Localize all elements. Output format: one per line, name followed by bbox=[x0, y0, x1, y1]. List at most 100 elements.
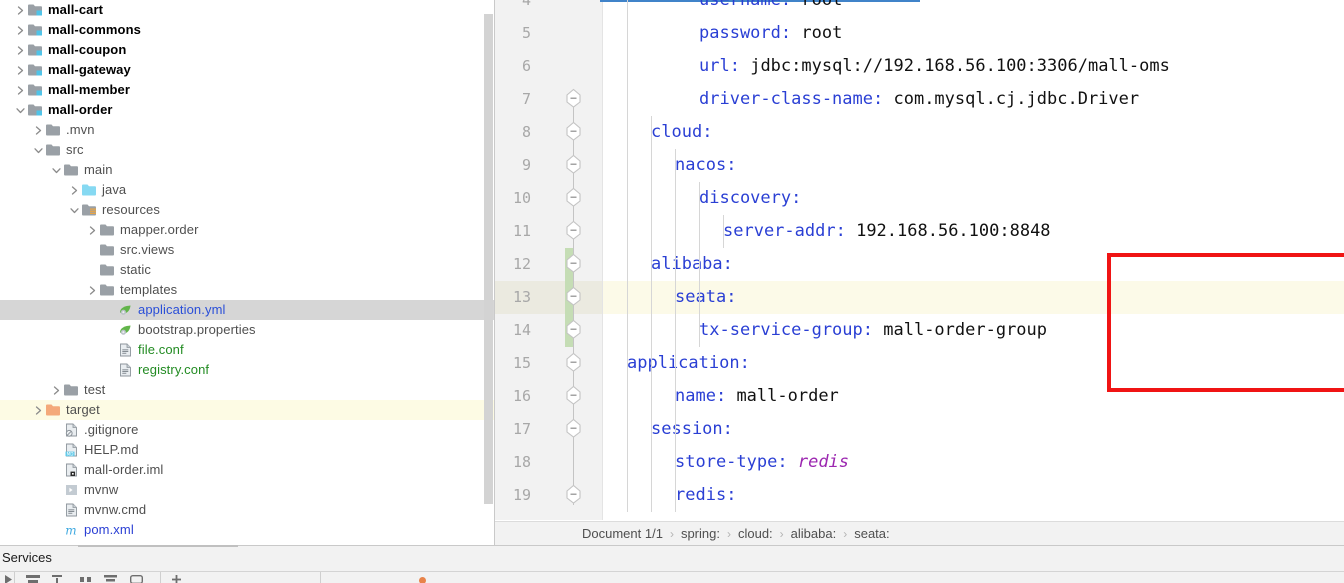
sort-icon[interactable] bbox=[52, 575, 62, 583]
chevron-right-icon[interactable] bbox=[86, 220, 99, 240]
fold-toggle-icon[interactable] bbox=[565, 281, 582, 314]
tree-item-src[interactable]: src bbox=[0, 140, 495, 160]
chevron-right-icon[interactable] bbox=[32, 120, 45, 140]
code-line[interactable]: tx-service-group: mall-order-group bbox=[699, 314, 1047, 347]
tree-item-test[interactable]: test bbox=[0, 380, 495, 400]
fold-toggle-icon[interactable] bbox=[565, 248, 582, 281]
code-line[interactable]: store-type: redis bbox=[675, 446, 849, 479]
breadcrumb-item[interactable]: alibaba: bbox=[791, 526, 837, 541]
fold-toggle-icon[interactable] bbox=[565, 479, 582, 512]
fold-toggle-icon[interactable] bbox=[565, 314, 582, 347]
filter-icon[interactable] bbox=[26, 575, 40, 583]
chevron-right-icon[interactable] bbox=[86, 280, 99, 300]
fold-toggle-icon[interactable] bbox=[565, 413, 582, 446]
code-line[interactable]: driver-class-name: com.mysql.cj.jdbc.Dri… bbox=[699, 83, 1139, 116]
project-tree-panel[interactable]: mall-cart mall-commons mall-coupon mall-gat… bbox=[0, 0, 495, 545]
tree-item-resources[interactable]: resources bbox=[0, 200, 495, 220]
bottom-tool-window[interactable]: Services bbox=[0, 545, 1344, 583]
collapse-icon[interactable] bbox=[104, 575, 117, 583]
tree-item-mvn[interactable]: .mvn bbox=[0, 120, 495, 140]
tree-item-mall-cart[interactable]: mall-cart bbox=[0, 0, 495, 20]
code-line[interactable]: cloud: bbox=[651, 116, 712, 149]
code-line[interactable]: seata: bbox=[675, 281, 736, 314]
breadcrumb-item[interactable]: cloud: bbox=[738, 526, 773, 541]
tree-item-mall-member[interactable]: mall-member bbox=[0, 80, 495, 100]
breadcrumb-item[interactable]: seata: bbox=[854, 526, 889, 541]
fold-toggle-icon[interactable] bbox=[565, 149, 582, 182]
code-line[interactable]: nacos: bbox=[675, 149, 736, 182]
chevron-right-icon[interactable] bbox=[14, 0, 27, 20]
code-line[interactable]: alibaba: bbox=[651, 248, 733, 281]
yaml-colon: : bbox=[726, 155, 737, 175]
code-line[interactable]: username: root bbox=[699, 0, 842, 17]
editor-gutter[interactable]: 4 5 6 7 8 9 10 11 12 13 14 15 16 17 18 19 bbox=[495, 0, 603, 520]
add-icon[interactable] bbox=[172, 575, 181, 583]
tree-item-pom-xml[interactable]: m pom.xml bbox=[0, 520, 495, 540]
tree-item-static[interactable]: static bbox=[0, 260, 495, 280]
fold-toggle-icon[interactable] bbox=[565, 83, 582, 116]
module-folder-icon bbox=[27, 0, 45, 20]
tree-item-mall-gateway[interactable]: mall-gateway bbox=[0, 60, 495, 80]
tree-item-application-yml[interactable]: application.yml bbox=[0, 300, 495, 320]
tree-item-registry-conf[interactable]: registry.conf bbox=[0, 360, 495, 380]
tree-item-mvnw[interactable]: mvnw bbox=[0, 480, 495, 500]
project-tree[interactable]: mall-cart mall-commons mall-coupon mall-gat… bbox=[0, 0, 495, 540]
chevron-right-icon[interactable] bbox=[68, 180, 81, 200]
editor-code-area[interactable]: username: root password: root url: jdbc:my… bbox=[603, 0, 1344, 520]
chevron-right-icon[interactable] bbox=[14, 60, 27, 80]
code-line[interactable]: discovery: bbox=[699, 182, 801, 215]
tree-item-templates[interactable]: templates bbox=[0, 280, 495, 300]
chevron-right-icon[interactable] bbox=[14, 20, 27, 40]
run-icon[interactable] bbox=[4, 575, 13, 583]
chevron-down-icon[interactable] bbox=[14, 100, 27, 120]
code-editor[interactable]: 4 5 6 7 8 9 10 11 12 13 14 15 16 17 18 19 username: roo… bbox=[495, 0, 1344, 520]
yaml-key: nacos bbox=[675, 155, 727, 175]
tree-item-src-views[interactable]: src.views bbox=[0, 240, 495, 260]
terminal-icon[interactable] bbox=[130, 575, 143, 583]
breadcrumb[interactable]: Document 1/1 › spring: › cloud: › alibaba: › sea… bbox=[495, 521, 1344, 545]
fold-toggle-icon[interactable] bbox=[565, 380, 582, 413]
tree-item-mvnw-cmd[interactable]: mvnw.cmd bbox=[0, 500, 495, 520]
services-toolbar[interactable] bbox=[0, 572, 1344, 583]
tree-item-file-conf[interactable]: file.conf bbox=[0, 340, 495, 360]
code-line[interactable]: redis: bbox=[675, 479, 736, 512]
chevron-right-icon[interactable] bbox=[50, 380, 63, 400]
breadcrumb-item[interactable]: spring: bbox=[681, 526, 720, 541]
breadcrumb-item[interactable]: Document 1/1 bbox=[582, 526, 663, 541]
yaml-colon: : bbox=[780, 23, 802, 43]
folder-icon bbox=[63, 160, 81, 180]
sidebar-scrollbar[interactable] bbox=[484, 14, 493, 504]
tree-item-mall-commons[interactable]: mall-commons bbox=[0, 20, 495, 40]
tree-item-target[interactable]: target bbox=[0, 400, 495, 420]
chevron-down-icon[interactable] bbox=[50, 160, 63, 180]
chevron-down-icon[interactable] bbox=[32, 140, 45, 160]
fold-toggle-icon[interactable] bbox=[565, 347, 582, 380]
tree-item-main[interactable]: main bbox=[0, 160, 495, 180]
code-line[interactable]: password: root bbox=[699, 17, 842, 50]
tree-item-mapper-order[interactable]: mapper.order bbox=[0, 220, 495, 240]
services-tab[interactable]: Services bbox=[0, 546, 52, 570]
chevron-right-icon[interactable] bbox=[32, 400, 45, 420]
tree-item-mall-order[interactable]: mall-order bbox=[0, 100, 495, 120]
line-number: 5 bbox=[521, 24, 531, 42]
code-line[interactable]: url: jdbc:mysql://192.168.56.100:3306/ma… bbox=[699, 50, 1170, 83]
chevron-down-icon[interactable] bbox=[68, 200, 81, 220]
chevron-right-icon[interactable] bbox=[14, 80, 27, 100]
chevron-right-icon[interactable] bbox=[14, 40, 27, 60]
tree-item-mall-coupon[interactable]: mall-coupon bbox=[0, 40, 495, 60]
tree-item-help-md[interactable]: MD HELP.md bbox=[0, 440, 495, 460]
fold-toggle-icon[interactable] bbox=[565, 215, 582, 248]
fold-toggle-icon[interactable] bbox=[565, 182, 582, 215]
fold-toggle-icon[interactable] bbox=[565, 116, 582, 149]
tree-item-mall-order-iml[interactable]: mall-order.iml bbox=[0, 460, 495, 480]
settings-icon[interactable] bbox=[80, 575, 92, 583]
code-line[interactable]: application: bbox=[627, 347, 750, 380]
tree-item-gitignore[interactable]: .gitignore bbox=[0, 420, 495, 440]
code-line[interactable]: server-addr: 192.168.56.100:8848 bbox=[723, 215, 1051, 248]
tree-item-bootstrap-properties[interactable]: bootstrap.properties bbox=[0, 320, 495, 340]
code-line[interactable]: session: bbox=[651, 413, 733, 446]
tree-item-java[interactable]: java bbox=[0, 180, 495, 200]
code-line[interactable]: name: mall-order bbox=[675, 380, 839, 413]
